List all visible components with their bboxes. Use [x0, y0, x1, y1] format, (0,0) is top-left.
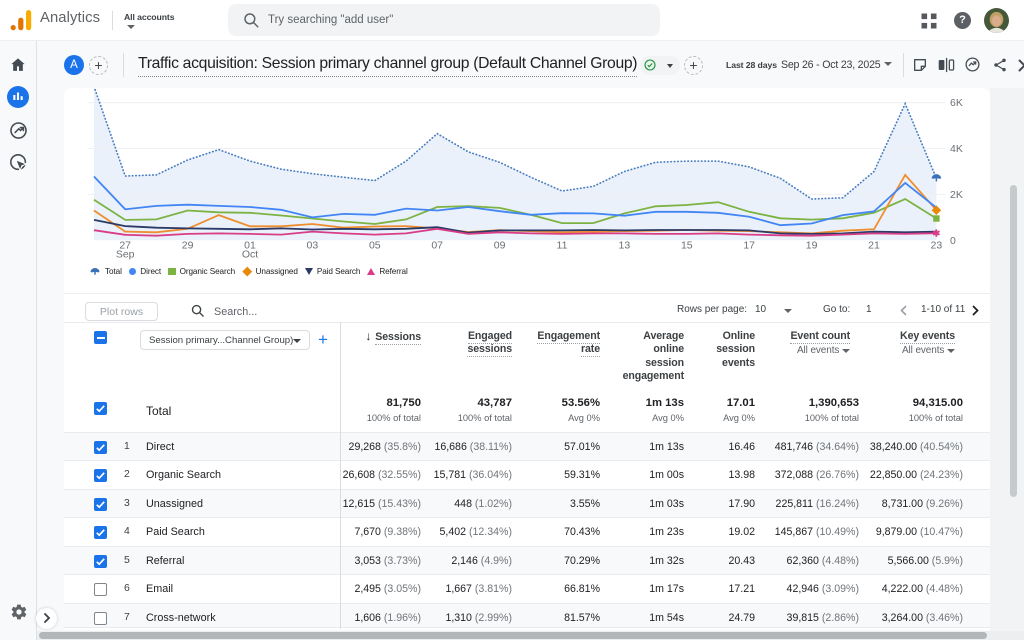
- svg-text:11: 11: [557, 240, 568, 252]
- svg-text:Sep: Sep: [116, 249, 135, 261]
- svg-text:0: 0: [950, 235, 956, 247]
- svg-text:Oct: Oct: [242, 249, 258, 261]
- svg-text:✱: ✱: [932, 228, 941, 239]
- svg-text:07: 07: [431, 240, 443, 252]
- svg-text:09: 09: [494, 240, 506, 252]
- svg-text:19: 19: [806, 240, 818, 252]
- svg-text:15: 15: [681, 240, 693, 252]
- svg-text:13: 13: [619, 240, 631, 252]
- svg-text:2K: 2K: [950, 189, 963, 201]
- svg-text:23: 23: [931, 240, 943, 252]
- svg-text:21: 21: [868, 240, 880, 252]
- svg-text:05: 05: [369, 240, 381, 252]
- svg-text:17: 17: [743, 240, 755, 252]
- svg-text:4K: 4K: [950, 143, 963, 155]
- svg-text:03: 03: [307, 240, 319, 252]
- svg-text:6K: 6K: [950, 97, 963, 109]
- svg-text:29: 29: [182, 240, 194, 252]
